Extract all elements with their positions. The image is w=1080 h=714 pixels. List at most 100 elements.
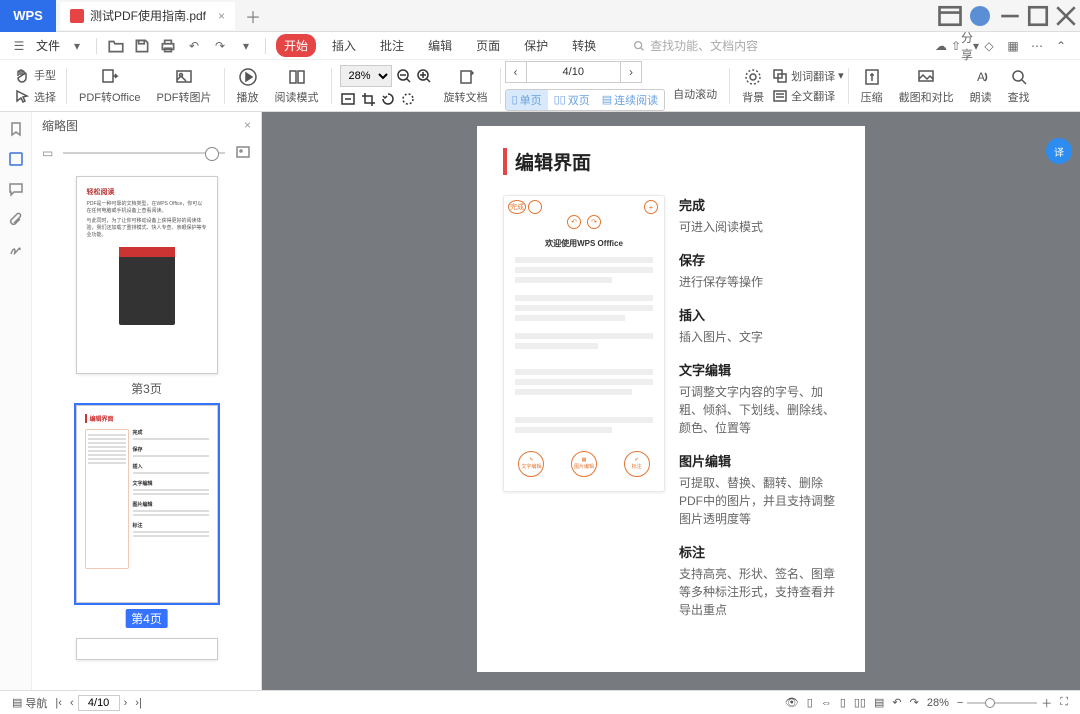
tab-close-icon[interactable]: × [218,9,225,23]
select-tool[interactable]: 选择 [34,89,56,105]
play-button[interactable]: 播放 [229,67,267,105]
window-minimize-icon[interactable] [996,2,1024,30]
rotate-left-icon[interactable] [380,91,396,107]
nav-toggle[interactable]: ▤ 导航 [8,695,51,711]
thumbnail-panel-icon[interactable] [5,148,27,170]
view-double-page[interactable]: ▯▯ 双页 [548,90,596,110]
window-maximize-icon[interactable] [1024,2,1052,30]
view-continuous[interactable]: ▤ 连续阅读 [596,90,664,110]
side-toolbar [0,112,32,690]
thumbnail-zoom-out-icon[interactable]: ▭ [42,146,53,160]
search-box[interactable]: 查找功能、文档内容 [632,37,904,54]
mock-doc-title: 欢迎使用WPS Offfice [515,238,653,251]
read-mode-button[interactable]: 阅读模式 [267,67,327,105]
comments-panel-icon[interactable] [5,178,27,200]
status-double-icon[interactable]: ▯▯ [850,696,870,709]
zoom-select[interactable]: 28% [340,65,392,87]
status-continuous-icon[interactable]: ▤ [870,696,888,709]
status-rotate-right-icon[interactable]: ↷ [906,696,923,709]
status-eye-icon[interactable]: 👁 [781,696,803,709]
hamburger-icon[interactable]: ☰ [10,37,28,55]
bookmark-panel-icon[interactable] [5,118,27,140]
search-icon [632,39,646,53]
menu-insert[interactable]: 插入 [324,34,364,57]
next-page-button[interactable]: › [620,61,642,83]
background-button[interactable]: 背景 [734,67,772,105]
menu-page[interactable]: 页面 [468,34,508,57]
app-grid-icon[interactable]: ▦ [1004,37,1022,55]
collapse-ribbon-icon[interactable]: ⌃ [1052,37,1070,55]
find-button[interactable]: 查找 [1000,67,1038,105]
status-single-icon[interactable]: ▯ [836,696,850,709]
view-single-page[interactable]: ▯ 单页 [506,90,548,110]
mock-text-edit-btn: ✎文字编辑 [518,451,544,477]
print-icon[interactable] [159,37,177,55]
page-navigator: ‹ 4/10 › [505,61,666,83]
undo-icon[interactable]: ↶ [185,37,203,55]
pdf-to-image-button[interactable]: PDF转图片 [149,67,220,105]
status-zoom-value[interactable]: 28% [923,697,953,709]
full-translate-button[interactable]: 全文翻译 [772,88,844,104]
zoom-in-icon[interactable] [416,68,432,84]
hand-icon [14,67,30,83]
chevron-down-icon[interactable]: ▾ [237,37,255,55]
attachment-panel-icon[interactable] [5,208,27,230]
crop-icon[interactable] [360,91,376,107]
status-zoom-out[interactable]: − [953,697,967,709]
tab-add-icon[interactable]: ＋ [245,4,261,28]
document-tab[interactable]: 测试PDF使用指南.pdf × [60,2,235,30]
word-translate-button[interactable]: 划词翻译▾ [772,68,844,84]
thumbnail-page-4[interactable]: 编辑界面 完成 保存 插入 文字编辑 图片编辑 标注 第4页 [76,405,218,628]
auto-scroll-button[interactable]: 自动滚动 [665,86,725,102]
mock-add-icon: + [644,200,658,214]
menu-protect[interactable]: 保护 [516,34,556,57]
rotate-doc-button[interactable]: 旋转文档 [436,67,496,105]
thumbnail-zoom-in-icon[interactable] [235,144,251,163]
user-avatar[interactable] [970,6,990,26]
thumbnail-panel-close-icon[interactable]: × [244,118,251,132]
cloud-sync-icon[interactable]: ☁ [932,37,950,55]
file-menu[interactable]: 文件 [36,37,60,54]
rotate-right-icon[interactable] [400,91,416,107]
prev-page-button[interactable]: ‹ [505,61,527,83]
zoom-out-icon[interactable] [396,68,412,84]
thumbnail-label-4: 第4页 [125,609,168,628]
pdf-to-office-button[interactable]: PDF转Office [71,67,149,105]
window-close-icon[interactable] [1052,2,1080,30]
chevron-down-icon[interactable]: ▾ [68,37,86,55]
open-folder-icon[interactable] [107,37,125,55]
wps-brand-tag[interactable]: WPS [0,0,56,32]
translate-float-badge[interactable]: 译 [1046,138,1072,164]
save-icon[interactable] [133,37,151,55]
compress-button[interactable]: 压缩 [853,67,891,105]
status-fullscreen-icon[interactable]: ⛶ [1056,696,1072,709]
menu-convert[interactable]: 转换 [564,34,604,57]
status-fitwidth-icon[interactable]: ⇔ [817,697,836,709]
bookmark-icon[interactable]: ◇ [980,37,998,55]
status-zoom-in[interactable]: ＋ [1037,695,1056,711]
signature-panel-icon[interactable] [5,238,27,260]
thumbnail-page-5[interactable] [76,638,218,660]
window-layout-icon[interactable] [936,2,964,30]
screenshot-compare-button[interactable]: 截图和对比 [891,67,962,105]
thumbnail-label-3: 第3页 [76,380,218,397]
fit-width-icon[interactable] [340,91,356,107]
read-aloud-button[interactable]: A朗读 [962,67,1000,105]
menu-edit[interactable]: 编辑 [420,34,460,57]
thumbnail-page-3[interactable]: 轻松阅读 PDF是一种可靠的文档类型，在WPS Office，你可以在任何电脑或… [76,176,218,397]
hand-tool[interactable]: 手型 [34,67,56,83]
status-page-input[interactable] [78,695,120,711]
share-button[interactable]: ⇧ 分享 ▾ [956,37,974,55]
more-icon[interactable]: ⋯ [1028,37,1046,55]
document-viewport[interactable]: 译 编辑界面 完成 + ↶↷ 欢迎使用WPS Offfice [262,112,1080,690]
menu-annotate[interactable]: 批注 [372,34,412,57]
redo-icon[interactable]: ↷ [211,37,229,55]
status-first-page[interactable]: |‹ [51,697,66,709]
status-prev-page[interactable]: ‹ [66,697,78,709]
status-next-page[interactable]: › [120,697,132,709]
status-last-page[interactable]: ›| [131,697,146,709]
status-fitpage-icon[interactable]: ▯ [803,696,817,709]
thumbnail-size-slider[interactable] [63,152,225,154]
menu-start[interactable]: 开始 [276,34,316,57]
status-rotate-left-icon[interactable]: ↶ [888,696,905,709]
